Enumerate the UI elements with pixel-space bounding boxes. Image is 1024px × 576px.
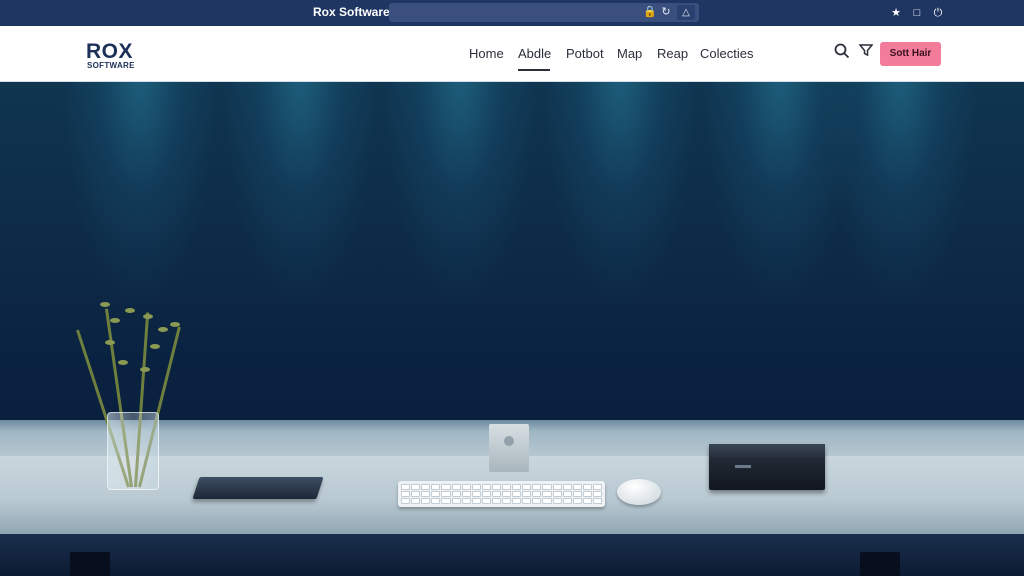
glass-vase (107, 412, 159, 490)
power-icon[interactable]: ⏻ (929, 4, 947, 22)
device-indicator (735, 465, 751, 468)
browser-toolbar: Rox Software 🔒 ↻ △ ★ □ ⏻ (0, 0, 1024, 26)
nav-reap[interactable]: Reap (657, 46, 688, 61)
tab-icon[interactable]: □ (908, 4, 926, 22)
filter-icon[interactable] (856, 43, 876, 63)
nav-colecties[interactable]: Colecties (700, 46, 753, 61)
nav-map[interactable]: Map (617, 46, 642, 61)
nav-home[interactable]: Home (469, 46, 504, 61)
spotlight (380, 82, 540, 312)
black-device (709, 444, 825, 490)
notebook (192, 477, 324, 499)
nav-potbot[interactable]: Potbot (566, 46, 604, 61)
spotlight (60, 82, 220, 312)
mouse (617, 479, 661, 505)
hero-image (0, 82, 1024, 576)
address-bar[interactable]: 🔒 ↻ △ (389, 3, 699, 22)
spotlight (540, 82, 700, 312)
spotlight (220, 82, 380, 312)
desk-leg (70, 552, 110, 576)
site-header: ROX SOFTWARE Home Abdle Potbot Map Reap … (0, 26, 1024, 82)
tablet-logo (504, 436, 514, 446)
keyboard (398, 481, 605, 507)
lock-icon[interactable]: 🔒 (642, 3, 658, 22)
logo-subtitle: SOFTWARE (87, 61, 135, 70)
refresh-icon[interactable]: ↻ (658, 3, 674, 22)
bookmark-icon[interactable]: ★ (887, 4, 905, 22)
shield-icon[interactable]: △ (677, 5, 695, 20)
search-icon[interactable] (832, 43, 852, 63)
tablet-stand (489, 424, 529, 472)
nav-abdle[interactable]: Abdle (518, 46, 551, 61)
active-nav-indicator (518, 69, 550, 71)
desk-leg (860, 552, 900, 576)
cta-button[interactable]: Sott Hair (880, 42, 941, 66)
spotlight (820, 82, 980, 312)
browser-title: Rox Software (313, 5, 390, 19)
